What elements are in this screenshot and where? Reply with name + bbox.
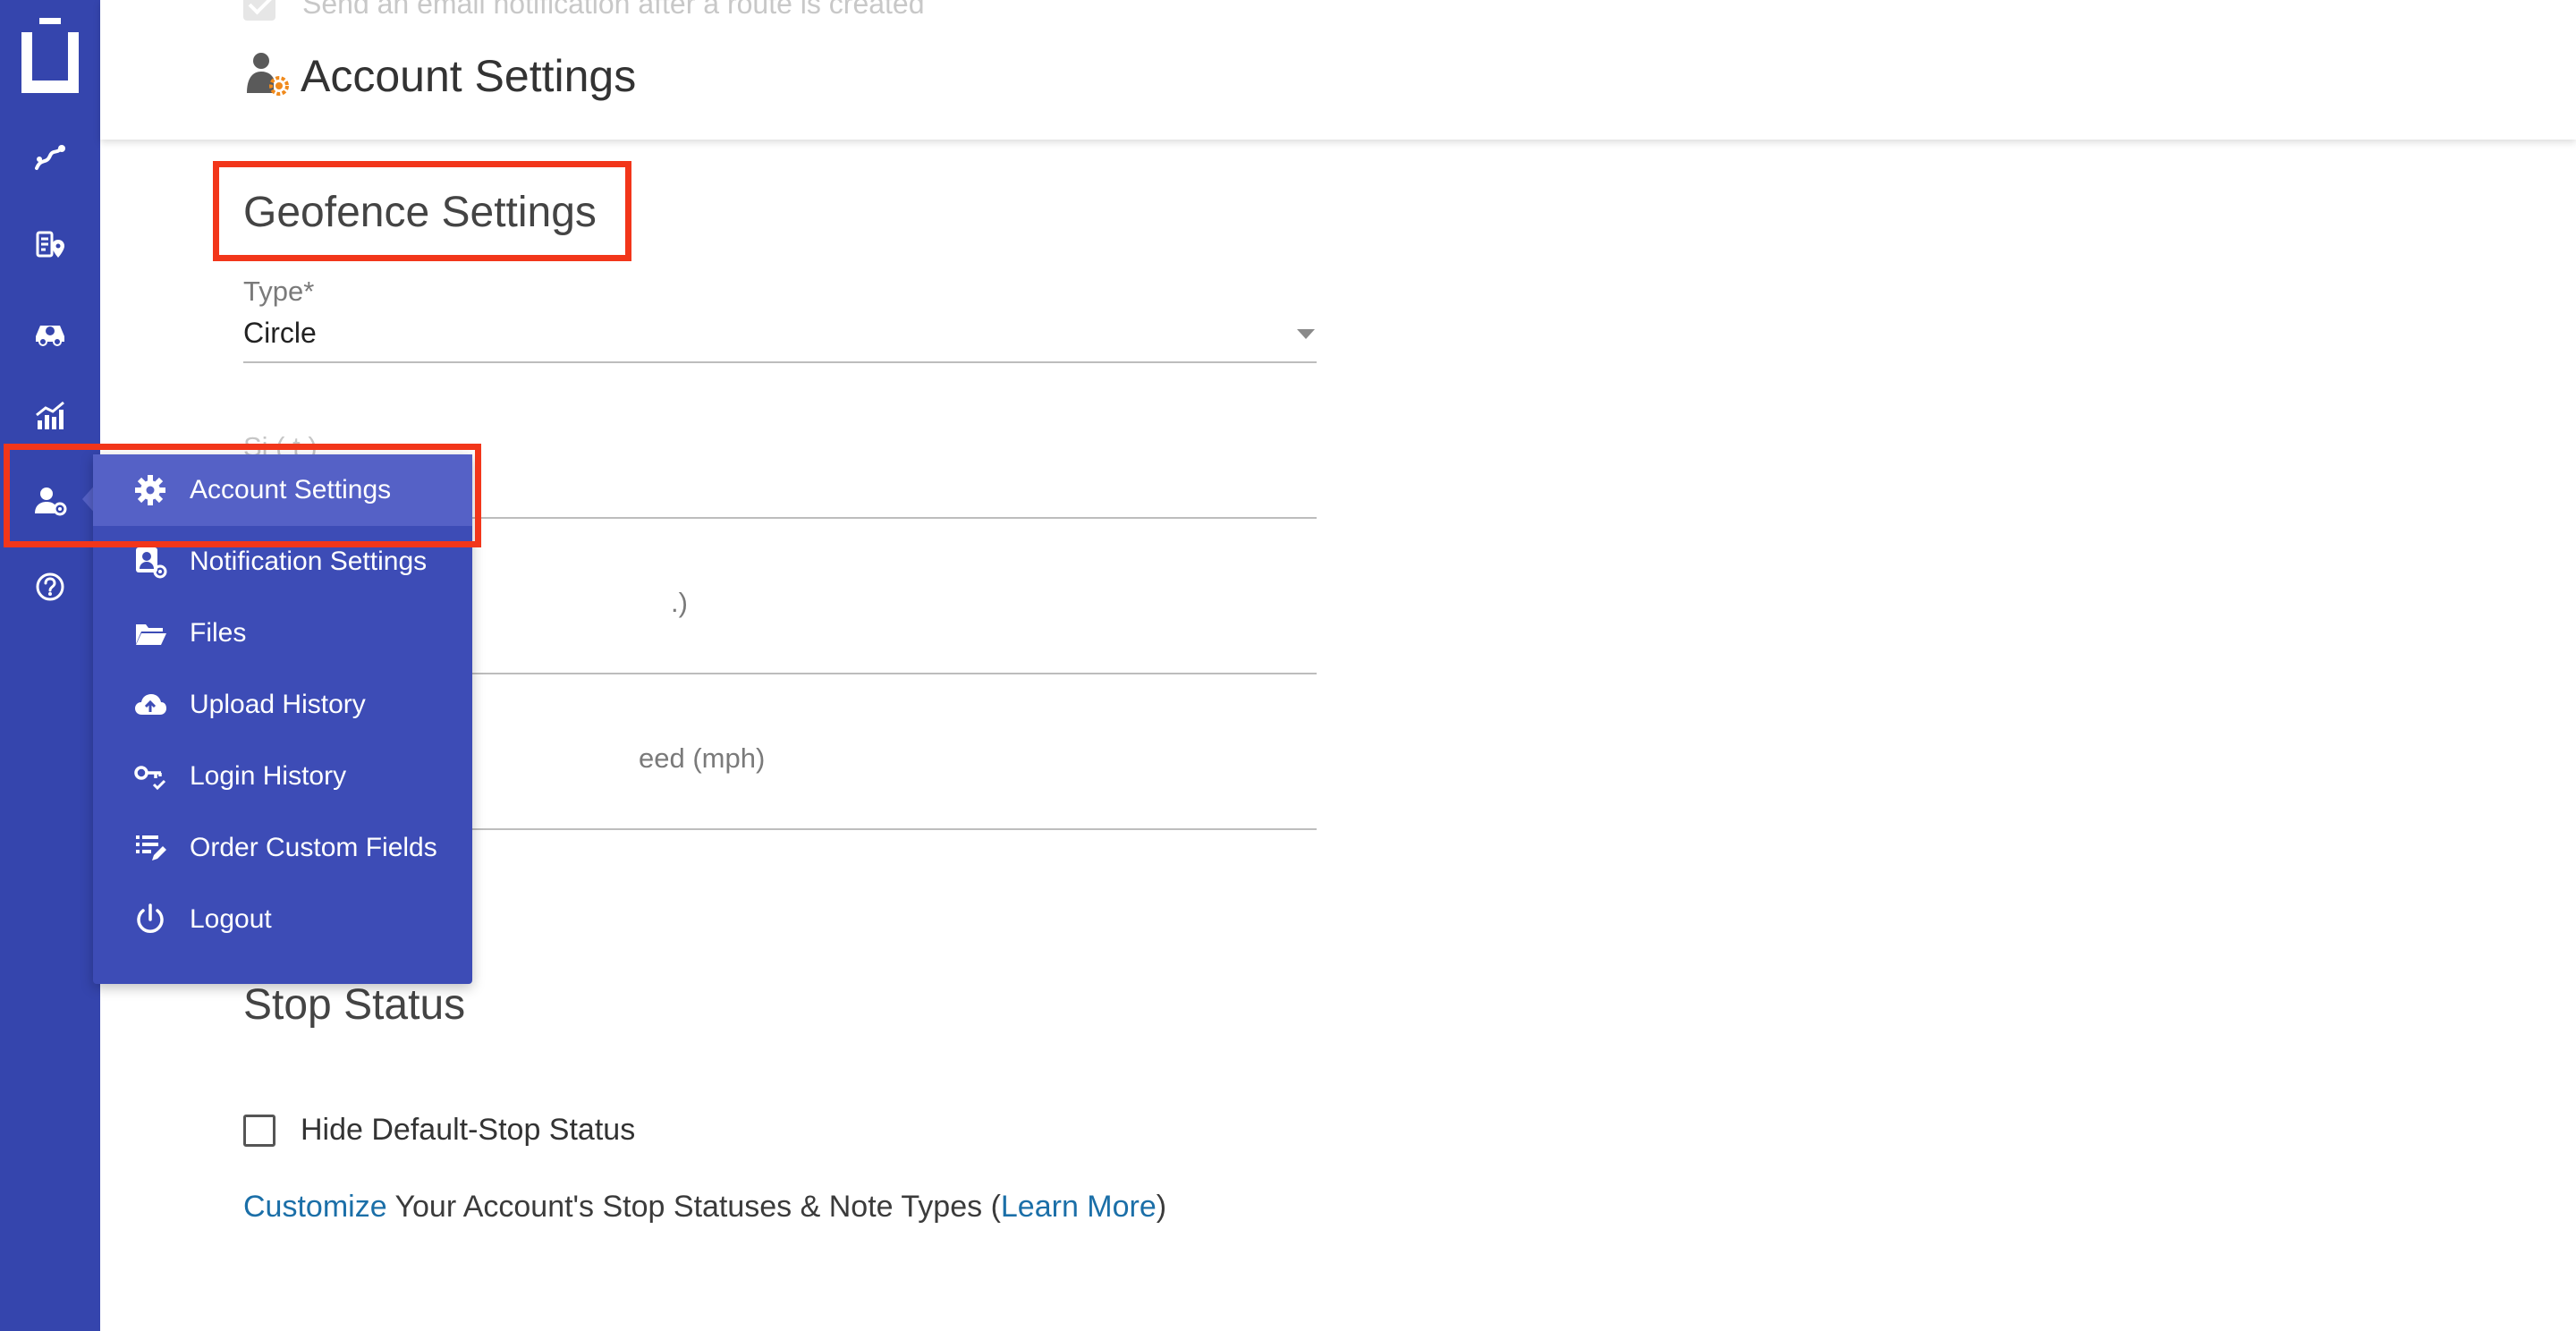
menu-label-logout: Logout <box>190 904 272 934</box>
list-edit-icon <box>131 828 170 868</box>
analytics-icon[interactable] <box>23 390 77 444</box>
power-icon <box>131 900 170 939</box>
closing-paren: ) <box>1156 1190 1167 1224</box>
menu-label-notification-settings: Notification Settings <box>190 547 428 576</box>
cloud-upload-icon <box>131 685 170 725</box>
menu-item-logout[interactable]: Logout <box>93 884 472 955</box>
page-header: Send an email notification after a route… <box>100 0 2576 140</box>
routes-icon[interactable] <box>23 132 77 186</box>
third-field-label: .) <box>671 587 688 618</box>
email-notification-checkbox[interactable] <box>243 0 275 21</box>
menu-item-login-history[interactable]: Login History <box>93 741 472 812</box>
page-title: Account Settings <box>301 50 637 101</box>
menu-label-order-custom-fields: Order Custom Fields <box>190 833 437 862</box>
customize-link[interactable]: Customize <box>243 1190 387 1224</box>
hide-default-stop-status-row[interactable]: Hide Default-Stop Status <box>243 1113 635 1148</box>
key-check-icon <box>131 757 170 796</box>
type-value: Circle <box>243 317 317 349</box>
customize-middle-text: Your Account's Stop Statuses & Note Type… <box>386 1190 1001 1224</box>
customize-statuses-text: Customize Your Account's Stop Statuses &… <box>243 1190 1166 1225</box>
menu-label-login-history: Login History <box>190 761 347 791</box>
speed-label: eed (mph) <box>639 742 766 774</box>
hide-default-stop-status-checkbox[interactable] <box>243 1114 275 1147</box>
account-settings-icon <box>242 48 292 103</box>
ghost-checkbox-row: Send an email notification after a route… <box>243 0 925 21</box>
user-gear-icon <box>131 542 170 581</box>
left-nav-rail <box>0 0 100 1331</box>
account-settings-highlight-box <box>4 444 481 547</box>
logo-icon[interactable] <box>20 16 80 97</box>
folder-open-icon <box>131 614 170 653</box>
email-notification-label: Send an email notification after a route… <box>302 0 925 20</box>
hide-default-stop-status-label: Hide Default-Stop Status <box>301 1113 636 1147</box>
chevron-down-icon <box>1297 329 1315 339</box>
geofence-settings-title: Geofence Settings <box>243 189 597 236</box>
type-label: Type* <box>243 276 315 307</box>
learn-more-link[interactable]: Learn More <box>1001 1190 1157 1224</box>
geofence-type-select[interactable]: Type* Circle <box>243 274 1317 363</box>
stop-status-title: Stop Status <box>243 981 466 1029</box>
menu-label-files: Files <box>190 618 247 648</box>
header-title-row: Account Settings <box>242 48 636 103</box>
menu-label-upload-history: Upload History <box>190 690 366 719</box>
help-icon[interactable] <box>23 560 77 614</box>
route-map-icon[interactable] <box>23 218 77 272</box>
menu-item-order-custom-fields[interactable]: Order Custom Fields <box>93 812 472 884</box>
drivers-icon[interactable] <box>23 304 77 358</box>
menu-item-upload-history[interactable]: Upload History <box>93 669 472 741</box>
menu-item-files[interactable]: Files <box>93 598 472 669</box>
